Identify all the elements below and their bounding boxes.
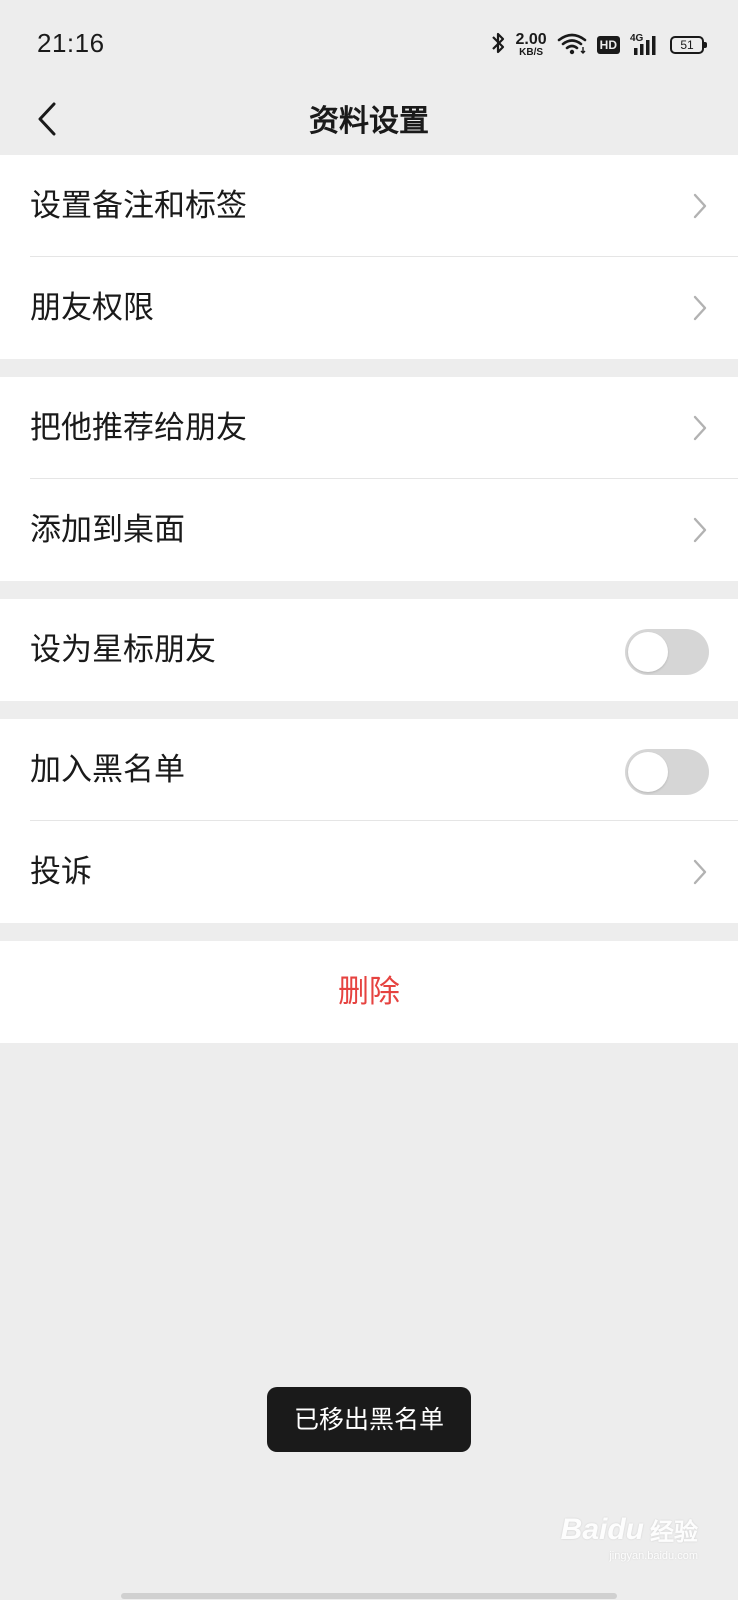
- row-label: 设置备注和标签: [30, 188, 247, 224]
- bluetooth-icon: [490, 31, 506, 59]
- row-complain[interactable]: 投诉: [0, 821, 738, 923]
- settings-group-3: 设为星标朋友: [0, 599, 738, 701]
- net-speed-unit: KB/S: [519, 47, 544, 58]
- battery-icon: 51: [670, 36, 707, 54]
- row-label: 投诉: [30, 854, 92, 890]
- row-remark-and-tags[interactable]: 设置备注和标签: [0, 155, 738, 257]
- row-label: 添加到桌面: [30, 512, 185, 548]
- row-label: 加入黑名单: [30, 752, 185, 788]
- chevron-right-icon: [692, 414, 708, 442]
- delete-button[interactable]: 删除: [0, 941, 738, 1043]
- toggle-knob: [628, 752, 668, 792]
- chevron-right-icon: [692, 516, 708, 544]
- chevron-right-icon: [692, 192, 708, 220]
- chevron-left-icon: [37, 102, 57, 140]
- row-label: 设为星标朋友: [30, 632, 216, 668]
- row-friend-permissions[interactable]: 朋友权限: [0, 257, 738, 359]
- watermark-url: jingyan.baidu.com: [609, 1550, 698, 1562]
- row-blacklist: 加入黑名单: [0, 719, 738, 821]
- chevron-right-icon: [692, 294, 708, 322]
- row-add-to-desktop[interactable]: 添加到桌面: [0, 479, 738, 581]
- settings-group-4: 加入黑名单 投诉: [0, 719, 738, 923]
- toggle-knob: [628, 632, 668, 672]
- blacklist-toggle[interactable]: [625, 749, 709, 795]
- signal-4g-icon: 4G: [630, 33, 660, 57]
- hd-icon: HD: [596, 36, 620, 54]
- toast-message: 已移出黑名单: [267, 1387, 471, 1452]
- wifi-icon: [557, 31, 587, 59]
- nav-bar: 资料设置: [0, 90, 738, 154]
- settings-group-1: 设置备注和标签 朋友权限: [0, 155, 738, 359]
- row-star-friend: 设为星标朋友: [0, 599, 738, 701]
- home-indicator: [121, 1593, 617, 1599]
- delete-group: 删除: [0, 941, 738, 1043]
- status-icons: 2.00 KB/S HD 4G 51: [490, 28, 707, 62]
- net-speed-value: 2.00: [515, 31, 547, 48]
- net-speed: 2.00 KB/S: [516, 32, 547, 58]
- status-bar: 21:16 2.00 KB/S HD 4G 51: [0, 0, 738, 90]
- status-time: 21:16: [37, 28, 105, 58]
- row-recommend-to-friend[interactable]: 把他推荐给朋友: [0, 377, 738, 479]
- page-title: 资料设置: [309, 104, 429, 139]
- back-button[interactable]: [22, 96, 72, 146]
- watermark-brand: Baidu: [560, 1513, 644, 1546]
- chevron-right-icon: [692, 858, 708, 886]
- watermark-sub: 经验: [650, 1519, 698, 1546]
- star-friend-toggle[interactable]: [625, 629, 709, 675]
- watermark-logo: Baidu 经验 jingyan.baidu.com: [560, 1512, 698, 1562]
- row-label: 朋友权限: [30, 290, 154, 326]
- row-label: 把他推荐给朋友: [30, 410, 247, 446]
- settings-group-2: 把他推荐给朋友 添加到桌面: [0, 377, 738, 581]
